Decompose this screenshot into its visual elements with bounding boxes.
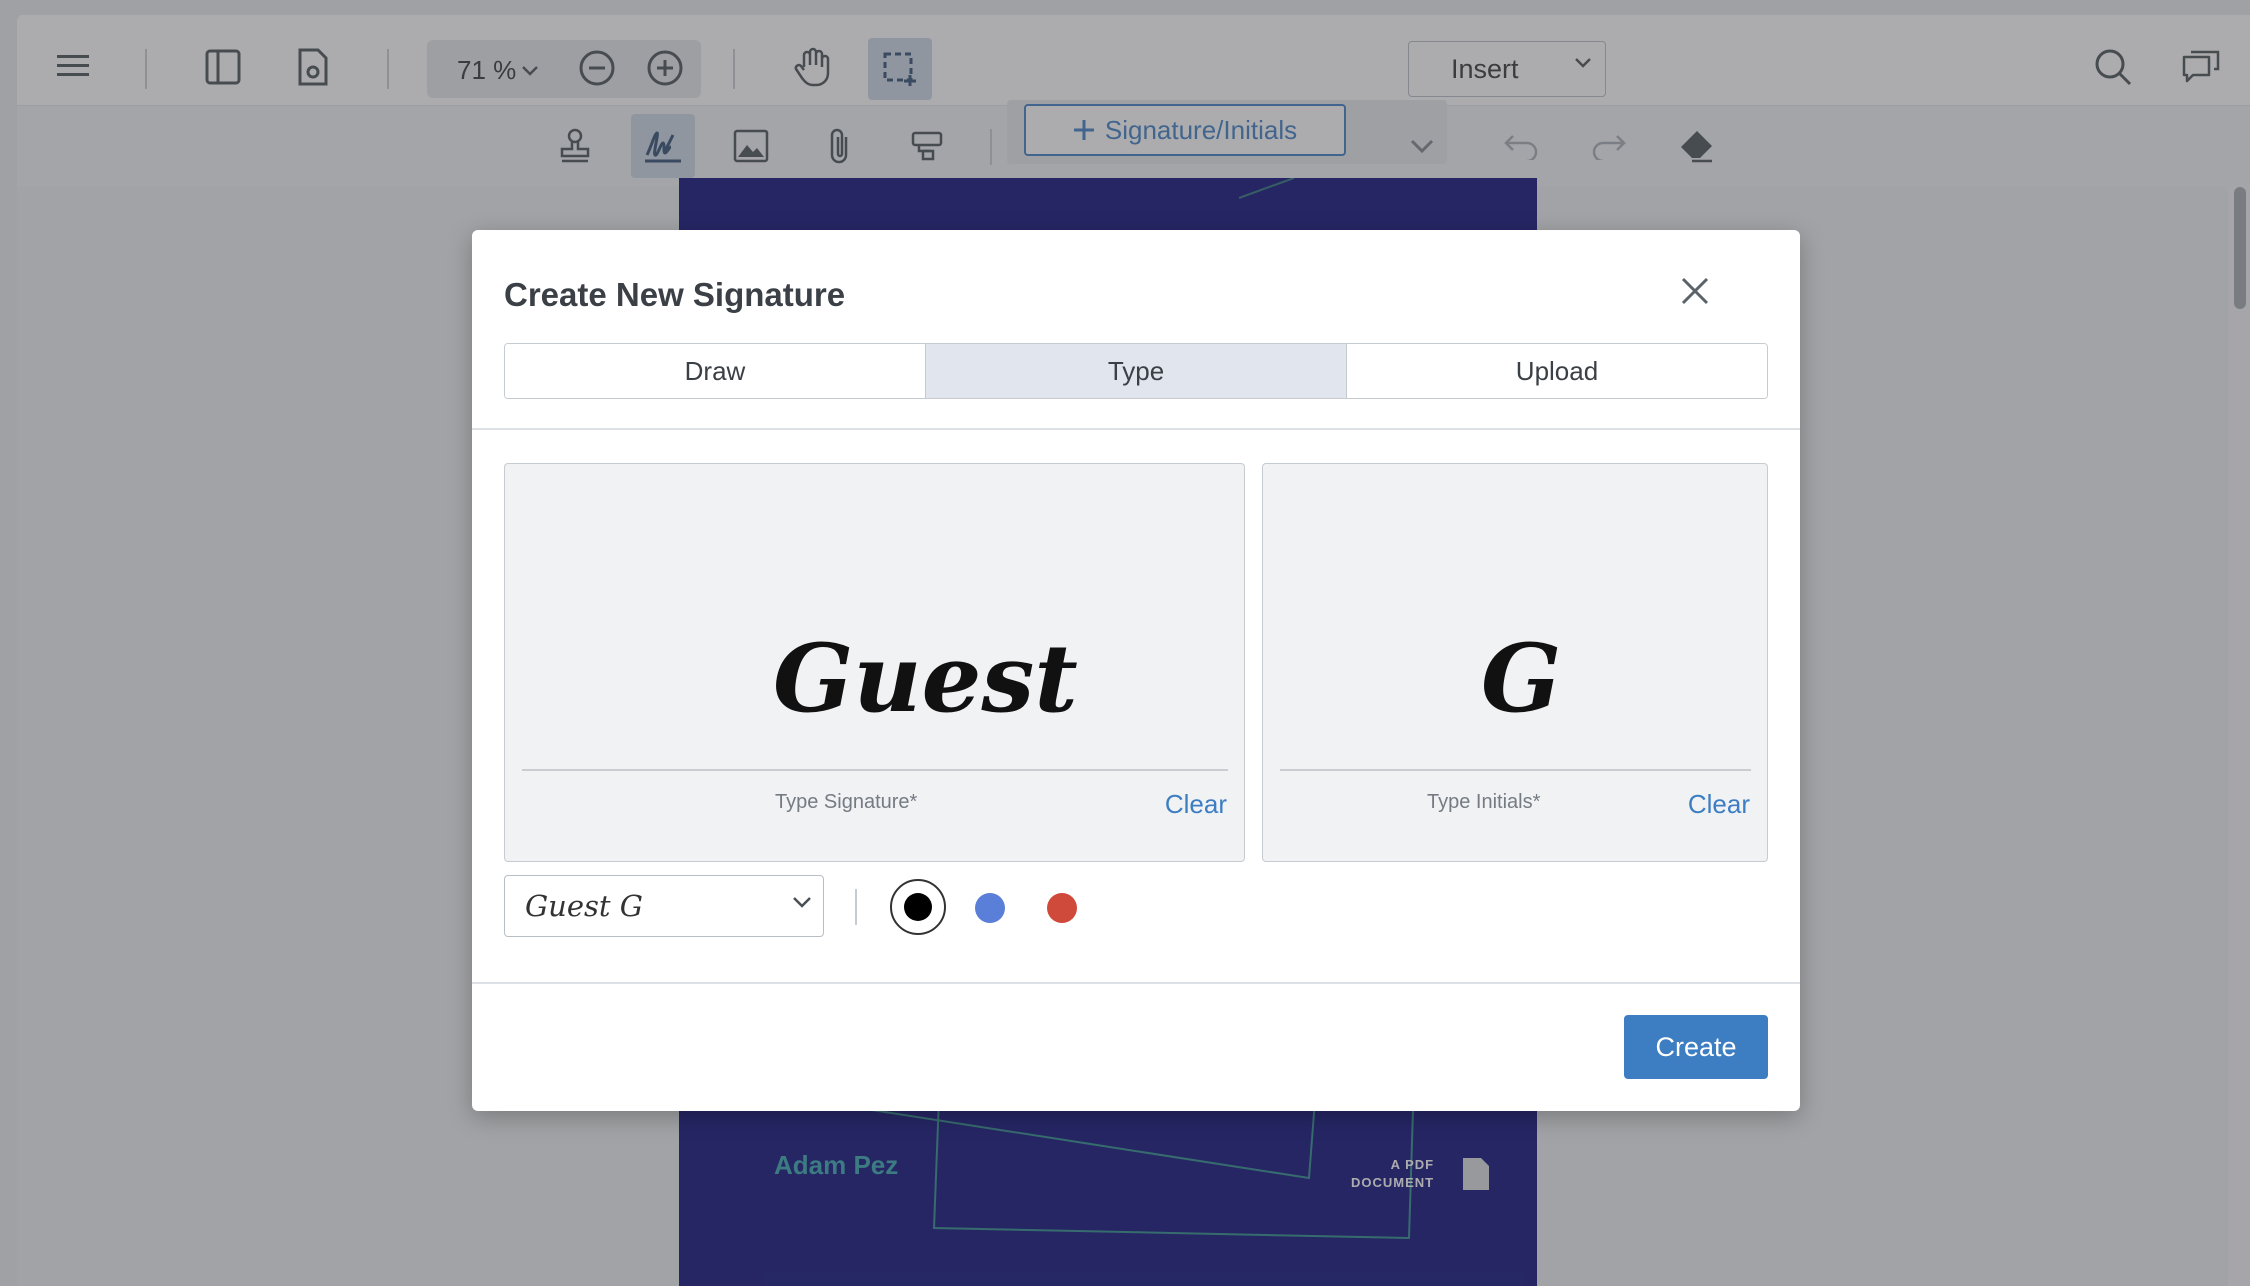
footer-divider xyxy=(472,982,1800,984)
tab-upload[interactable]: Upload xyxy=(1347,344,1767,398)
tab-draw[interactable]: Draw xyxy=(505,344,926,398)
signature-baseline xyxy=(522,769,1228,771)
font-style-value: Guest G xyxy=(525,889,643,923)
create-signature-dialog: Create New Signature Draw Type Upload Gu… xyxy=(472,230,1800,1111)
initials-preview: G xyxy=(1481,624,1562,734)
color-swatch-black[interactable] xyxy=(904,893,932,921)
signature-hint: Type Signature* xyxy=(775,791,918,813)
signature-preview: Guest xyxy=(773,624,1078,734)
create-button[interactable]: Create xyxy=(1624,1015,1768,1079)
close-icon[interactable] xyxy=(1677,273,1713,309)
clear-initials-button[interactable]: Clear xyxy=(1688,789,1750,820)
signature-input-panel[interactable]: Guest Type Signature* Clear xyxy=(504,463,1245,862)
color-swatch-blue[interactable] xyxy=(975,893,1005,923)
signature-mode-tabs: Draw Type Upload xyxy=(504,343,1768,399)
chevron-down-icon xyxy=(793,897,811,908)
initials-hint: Type Initials* xyxy=(1427,791,1541,813)
initials-baseline xyxy=(1280,769,1751,771)
header-divider xyxy=(472,428,1800,430)
control-divider xyxy=(855,889,857,925)
initials-input-panel[interactable]: G Type Initials* Clear xyxy=(1262,463,1768,862)
clear-signature-button[interactable]: Clear xyxy=(1165,789,1227,820)
tab-type[interactable]: Type xyxy=(926,344,1347,398)
font-style-dropdown[interactable]: Guest G xyxy=(504,875,824,937)
color-swatch-red[interactable] xyxy=(1047,893,1077,923)
dialog-title: Create New Signature xyxy=(504,276,846,313)
